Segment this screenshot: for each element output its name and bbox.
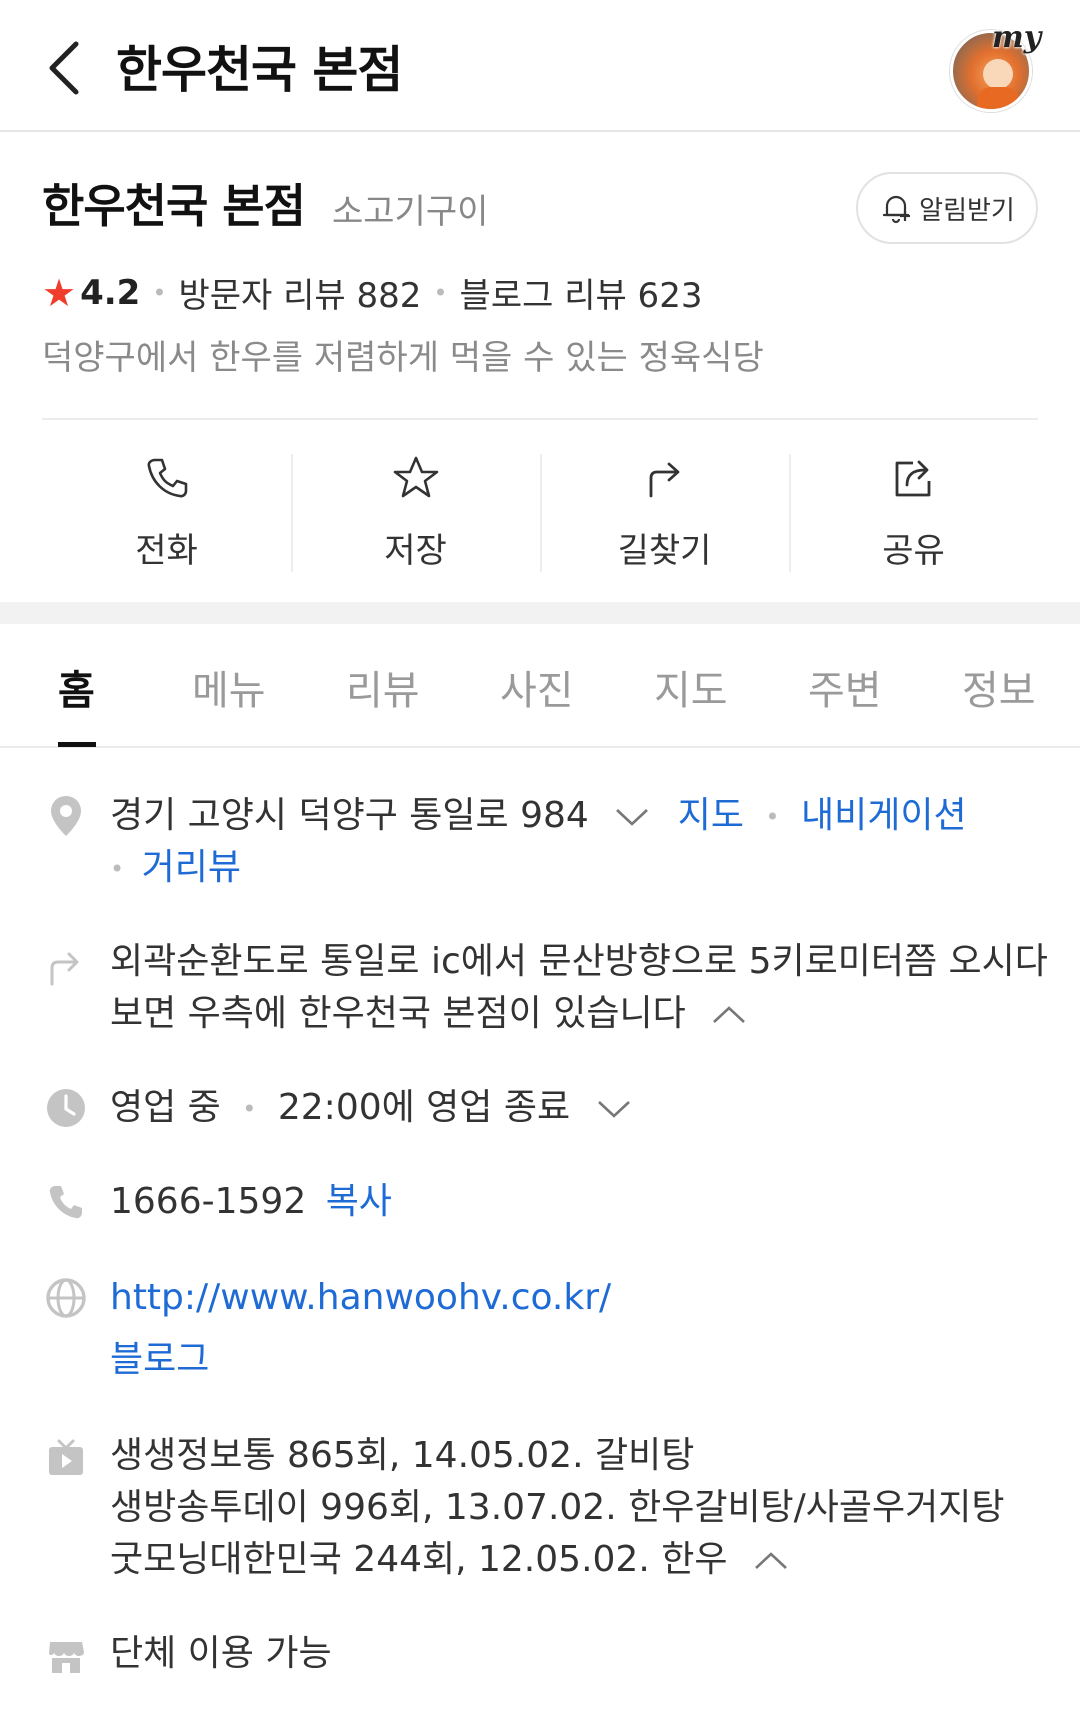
tv-row-3: 굿모닝대한민국 244회, 12.05.02. 한우 bbox=[110, 1534, 789, 1586]
separator-dot: • bbox=[433, 278, 448, 307]
header-title: 한우천국 본점 bbox=[116, 41, 403, 99]
chevron-up-icon[interactable] bbox=[753, 1550, 789, 1572]
bell-plus-icon bbox=[883, 195, 911, 224]
phone-icon bbox=[143, 450, 191, 505]
phone-row: 1666-1592 복사 bbox=[110, 1176, 392, 1228]
visitor-review-link[interactable]: 방문자 리뷰 882 bbox=[178, 268, 421, 317]
tab-menu[interactable]: 메뉴 bbox=[192, 658, 266, 716]
divider bbox=[42, 418, 1038, 420]
hours-detail: 22:00에 영업 종료 bbox=[277, 1087, 571, 1128]
separator-dot: • bbox=[152, 278, 167, 307]
group-availability: 단체 이용 가능 bbox=[110, 1633, 332, 1674]
copy-button[interactable]: 복사 bbox=[326, 1181, 392, 1222]
location-pin-icon bbox=[44, 794, 88, 838]
directions-text-line2: 보면 우측에 한우천국 본점이 있습니다 bbox=[110, 993, 686, 1034]
separator-dot: • bbox=[765, 803, 780, 831]
website-link[interactable]: http://www.hanwoohv.co.kr/ bbox=[110, 1272, 611, 1324]
action-label: 길찾기 bbox=[617, 531, 712, 571]
separator-dot: • bbox=[110, 855, 125, 883]
phone-number[interactable]: 1666-1592 bbox=[110, 1181, 306, 1222]
rating-row: ★ 4.2 • 방문자 리뷰 882 • 블로그 리뷰 623 bbox=[42, 268, 702, 317]
phone-icon bbox=[44, 1180, 88, 1224]
tab-review[interactable]: 리뷰 bbox=[346, 658, 420, 716]
directions-row: 보면 우측에 한우천국 본점이 있습니다 bbox=[110, 988, 747, 1040]
tv-appearance-1: 생생정보통 865회, 14.05.02. 갈비탕 bbox=[110, 1435, 695, 1476]
tab-home[interactable]: 홈 bbox=[58, 658, 95, 716]
section-separator bbox=[0, 602, 1080, 624]
address-text: 경기 고양시 덕양구 통일로 984 bbox=[110, 795, 589, 836]
tab-info[interactable]: 정보 bbox=[962, 658, 1036, 716]
blog-link[interactable]: 블로그 bbox=[110, 1334, 209, 1386]
address-row: 경기 고양시 덕양구 통일로 984 지도 • 내비게이션 bbox=[110, 790, 967, 843]
tab-bar: 홈 메뉴 리뷰 사진 지도 주변 정보 bbox=[0, 624, 1080, 748]
alarm-button[interactable]: 알림받기 bbox=[856, 172, 1038, 244]
place-description: 덕양구에서 한우를 저렴하게 먹을 수 있는 정육식당 bbox=[42, 338, 764, 378]
action-bar: 전화 저장 길찾기 공유 bbox=[42, 450, 1038, 572]
share-button[interactable]: 공유 bbox=[789, 450, 1038, 572]
action-label: 전화 bbox=[135, 531, 198, 571]
my-badge: my bbox=[992, 20, 1042, 55]
chevron-left-icon bbox=[49, 41, 79, 95]
streetview-link[interactable]: 거리뷰 bbox=[142, 847, 241, 888]
save-button[interactable]: 저장 bbox=[291, 450, 540, 572]
directions-text-line1: 외곽순환도로 통일로 ic에서 문산방향으로 5키로미터쯤 오시다 bbox=[110, 941, 1048, 982]
chevron-down-icon[interactable] bbox=[614, 806, 650, 828]
place-category: 소고기구이 bbox=[332, 192, 489, 232]
place-name: 한우천국 본점 bbox=[42, 179, 306, 233]
top-bar: 한우천국 본점 my bbox=[0, 0, 1080, 132]
blog-review-link[interactable]: 블로그 리뷰 623 bbox=[460, 268, 703, 317]
star-icon: ★ bbox=[42, 270, 77, 315]
active-tab-indicator bbox=[58, 742, 96, 747]
chevron-down-icon[interactable] bbox=[596, 1098, 632, 1120]
tab-map[interactable]: 지도 bbox=[654, 658, 728, 716]
tv-appearance-2: 생방송투데이 996회, 13.07.02. 한우갈비탕/사골우거지탕 bbox=[110, 1487, 1005, 1528]
directions-arrow-icon bbox=[44, 944, 88, 988]
map-link[interactable]: 지도 bbox=[678, 795, 744, 836]
call-button[interactable]: 전화 bbox=[42, 450, 291, 572]
clock-icon bbox=[44, 1086, 88, 1130]
tab-photo[interactable]: 사진 bbox=[500, 658, 574, 716]
hours-status: 영업 중 bbox=[110, 1087, 221, 1128]
streetview-row: • 거리뷰 bbox=[110, 842, 241, 895]
alarm-label: 알림받기 bbox=[919, 195, 1015, 226]
share-icon bbox=[889, 450, 939, 505]
my-profile-avatar[interactable]: my bbox=[948, 20, 1042, 112]
directions-button[interactable]: 길찾기 bbox=[540, 450, 789, 572]
star-outline-icon bbox=[391, 450, 441, 505]
rating-score: 4.2 bbox=[80, 272, 141, 313]
directions-icon bbox=[641, 450, 689, 505]
store-icon bbox=[44, 1634, 88, 1678]
action-label: 공유 bbox=[882, 531, 945, 571]
globe-icon bbox=[44, 1276, 88, 1320]
back-button[interactable] bbox=[36, 36, 92, 100]
tv-appearance-3: 굿모닝대한민국 244회, 12.05.02. 한우 bbox=[110, 1539, 728, 1580]
chevron-up-icon[interactable] bbox=[711, 1004, 747, 1026]
tv-icon bbox=[44, 1436, 88, 1480]
tab-nearby[interactable]: 주변 bbox=[808, 658, 882, 716]
separator-dot: • bbox=[242, 1095, 257, 1123]
hours-row[interactable]: 영업 중 • 22:00에 영업 종료 bbox=[110, 1082, 632, 1135]
action-label: 저장 bbox=[384, 531, 447, 571]
navigation-link[interactable]: 내비게이션 bbox=[801, 795, 967, 836]
